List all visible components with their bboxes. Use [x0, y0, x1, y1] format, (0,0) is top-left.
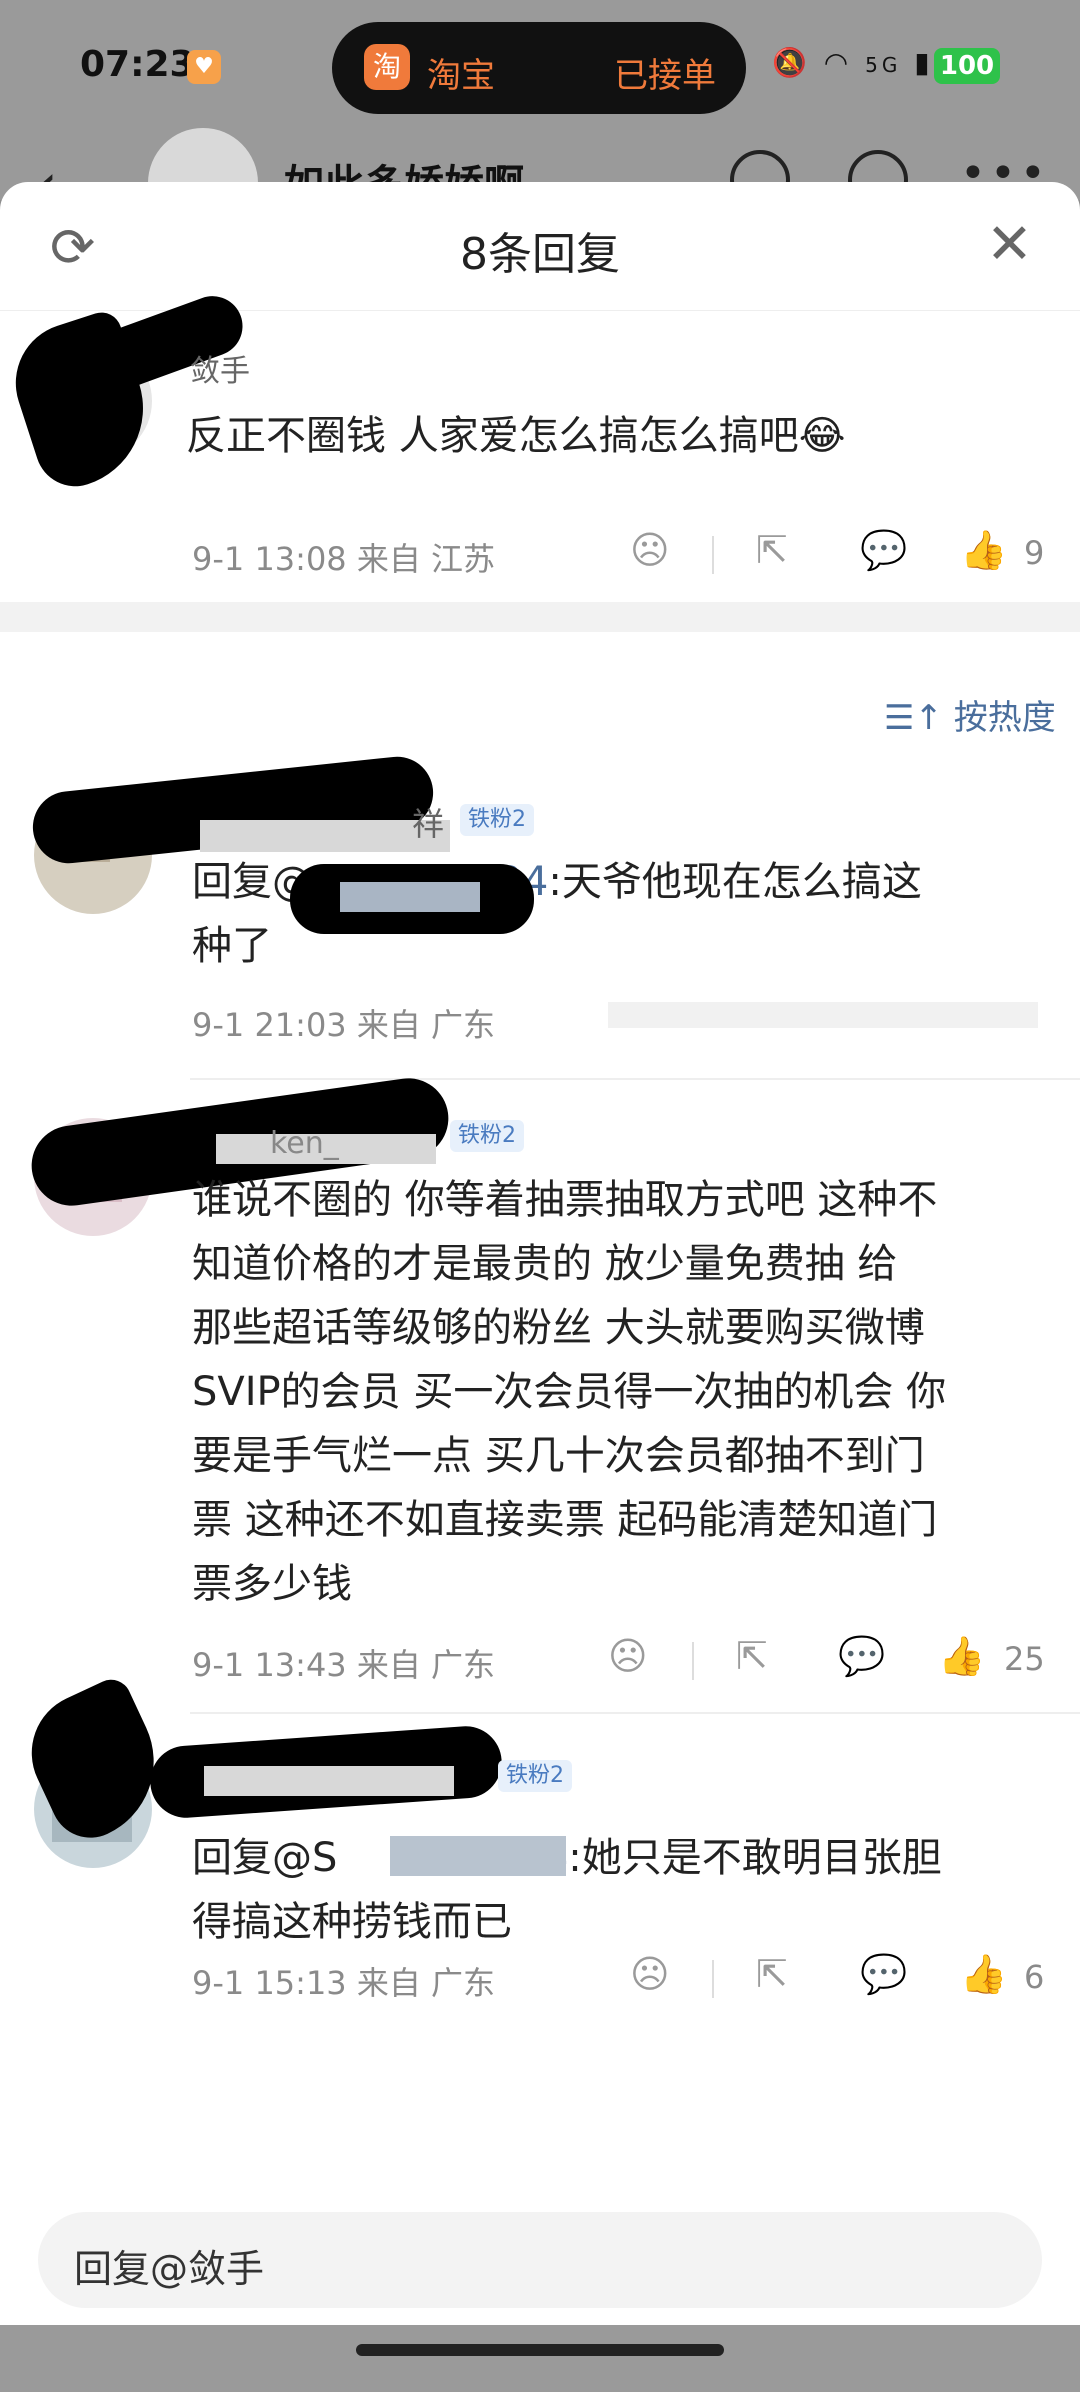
dislike-icon[interactable]: ☹ — [608, 1634, 648, 1678]
status-time: 07:23 — [80, 44, 195, 85]
battery-indicator: 100 — [934, 48, 1000, 84]
dynamic-island[interactable]: 淘 淘宝 已接单 — [332, 22, 746, 114]
commenter-name[interactable]: 祥 — [412, 792, 444, 856]
like-icon[interactable]: 👍 — [960, 1952, 1007, 1997]
comment-text: 反正不圈钱 人家爱怎么搞怎么搞吧😂 — [186, 404, 845, 468]
divider — [712, 536, 714, 574]
laugh-emoji: 😂 — [798, 413, 846, 459]
commenter-name[interactable]: 敛手 — [190, 340, 250, 404]
reply-meta: 9-1 15:13 来自 广东 — [192, 1964, 496, 2002]
mention-pixelation — [390, 1836, 566, 1876]
island-app-name: 淘宝 — [427, 56, 495, 96]
replies-sheet: ⟳ 8条回复 ✕ 敛手 反正不圈钱 人家爱怎么搞怎么搞吧😂 9-1 13:08 … — [0, 182, 1080, 2392]
redacted-actions — [608, 1002, 1038, 1028]
fan-badge: 铁粉2 — [460, 804, 534, 836]
mute-icon: 🔕 — [772, 46, 811, 79]
reply-text-line: 谁说不圈的 你等着抽票抽取方式吧 这种不 — [192, 1177, 938, 1223]
reply-text-line: 票多少钱 — [192, 1561, 352, 1607]
reply-text-line: 那些超话等级够的粉丝 大头就要购买微博 — [192, 1305, 925, 1351]
fan-badge: 铁粉2 — [450, 1120, 524, 1152]
reply-text-line2: 得搞这种捞钱而已 — [192, 1899, 512, 1945]
reply-prefix: 回复@S — [192, 1835, 338, 1881]
sheet-title: 8条回复 — [460, 229, 620, 280]
mention-pixelation — [340, 882, 480, 912]
home-indicator[interactable] — [356, 2344, 724, 2356]
reply-meta: 9-1 13:43 来自 广东 — [192, 1646, 496, 1684]
navigation-area — [0, 2325, 1080, 2392]
comment-body: 反正不圈钱 人家爱怎么搞怎么搞吧 — [186, 413, 799, 459]
divider — [190, 1078, 1080, 1080]
reply-body: :天爷他现在怎么搞这 — [548, 859, 922, 905]
name-pixelation — [204, 1766, 454, 1796]
reply-text-line: 知道价格的才是最贵的 放少量免费抽 给 — [192, 1241, 898, 1287]
comment-meta: 9-1 13:08 来自 江苏 — [192, 540, 496, 578]
status-bar: 07:23 ♥ 淘 淘宝 已接单 🔕 ◠ 5G ▮▮▮ 100 — [0, 0, 1080, 130]
like-count: 9 — [1024, 534, 1045, 572]
share-icon[interactable]: ⇱ — [756, 528, 788, 572]
dislike-icon[interactable]: ☹ — [630, 528, 670, 572]
comment-icon[interactable]: 💬 — [860, 528, 907, 573]
like-icon[interactable]: 👍 — [960, 528, 1007, 573]
reply-text: 回复@S 24:她只是不敢明目张胆 — [192, 1826, 942, 1890]
reply-text-line: SVIP的会员 买一次会员得一次抽的机会 你 — [192, 1369, 947, 1415]
wifi-icon: ◠ — [823, 46, 853, 79]
divider — [692, 1642, 694, 1680]
comment-icon[interactable]: 💬 — [838, 1634, 885, 1679]
heart-icon: ♥ — [187, 50, 221, 84]
like-count: 25 — [1004, 1640, 1045, 1678]
share-icon[interactable]: ⇱ — [756, 1952, 788, 1996]
share-icon[interactable]: ⇱ — [736, 1634, 768, 1678]
sheet-header: ⟳ 8条回复 ✕ — [0, 182, 1080, 311]
divider — [190, 1712, 1080, 1714]
reply-meta: 9-1 21:03 来自 广东 — [192, 1006, 496, 1044]
like-icon[interactable]: 👍 — [938, 1634, 985, 1679]
reply-input[interactable]: 回复@敛手 — [38, 2212, 1042, 2308]
section-gap — [0, 602, 1080, 632]
reply-text-line: 票 这种还不如直接卖票 起码能清楚知道门 — [192, 1497, 938, 1543]
close-icon[interactable]: ✕ — [986, 212, 1033, 277]
sort-icon: ☰↑ — [884, 698, 943, 738]
dislike-icon[interactable]: ☹ — [630, 1952, 670, 1996]
reply-body: :她只是不敢明目张胆 — [568, 1835, 942, 1881]
reply-text-line2: 种了 — [192, 923, 272, 969]
network-label: 5G — [865, 53, 902, 77]
fan-badge: 铁粉2 — [498, 1760, 572, 1792]
sort-label: 按热度 — [953, 698, 1056, 738]
divider — [712, 1960, 714, 1998]
taobao-icon: 淘 — [364, 44, 410, 90]
like-count: 6 — [1024, 1958, 1045, 1996]
commenter-name[interactable]: ken_ — [270, 1112, 339, 1176]
comment-icon[interactable]: 💬 — [860, 1952, 907, 1997]
reply-input-placeholder: 回复@敛手 — [74, 2247, 265, 2291]
island-order-state: 已接单 — [614, 56, 716, 96]
sort-button[interactable]: ☰↑ 按热度 — [884, 690, 1056, 739]
reply-text-line: 要是手气烂一点 买几十次会员都抽不到门 — [192, 1433, 925, 1479]
